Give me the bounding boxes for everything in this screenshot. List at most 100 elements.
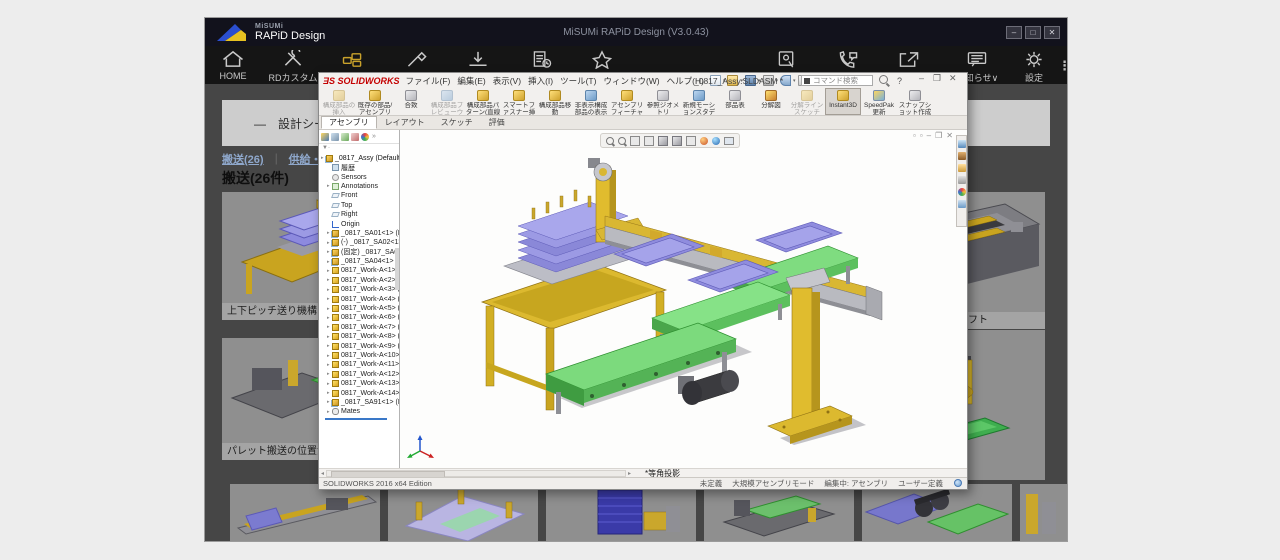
feature-tree-item[interactable]: _0817_SA01<1> (Default<D: [319, 229, 399, 238]
tab-layout[interactable]: レイアウト: [377, 116, 433, 129]
ribbon-button[interactable]: スナップショット作成: [897, 88, 933, 115]
panel-tabs-more-icon[interactable]: »: [372, 133, 376, 140]
command-search-input[interactable]: コマンド検索: [801, 75, 873, 86]
propertymanager-tab-icon[interactable]: [331, 133, 339, 141]
ribbon-button[interactable]: 参照ジオメトリ: [645, 88, 681, 115]
thumbnail-card[interactable]: [704, 484, 854, 541]
doc-new-window-icon[interactable]: ▫: [913, 131, 916, 140]
feature-tree-item[interactable]: (-) _0817_SA02<1> (Default: [319, 238, 399, 247]
doc-minimize-icon[interactable]: –: [927, 131, 931, 140]
tree-scrollbar[interactable]: [395, 248, 399, 290]
tab-evaluate[interactable]: 評価: [481, 116, 513, 129]
feature-tree-item[interactable]: 0817_Work-A<2> (Default<: [319, 276, 399, 285]
menu-item[interactable]: 編集(E): [457, 75, 485, 87]
feature-tree-item[interactable]: Annotations: [319, 182, 399, 191]
ribbon-button[interactable]: 部品表: [717, 88, 753, 115]
ribbon-button[interactable]: 構成部品パターン(直線パターン): [465, 88, 501, 115]
nav-more-icon[interactable]: ⋮: [1058, 58, 1071, 74]
feature-tree-item[interactable]: 0817_Work-A<5> (Default<: [319, 304, 399, 313]
feature-tree-root[interactable]: _0817_Assy (Default<Default_D: [319, 153, 399, 163]
display-style-icon[interactable]: [672, 136, 682, 146]
feature-tree-item[interactable]: 履歴: [319, 163, 399, 172]
feature-tree-item[interactable]: _0817_SA04<1> (Default<D: [319, 257, 399, 266]
feature-tree-item[interactable]: 0817_Work-A<8> (Default<: [319, 332, 399, 341]
ribbon-button[interactable]: 分解図: [753, 88, 789, 115]
dimxpertmanager-tab-icon[interactable]: [351, 133, 359, 141]
view-orientation-icon[interactable]: [658, 136, 668, 146]
feature-tree-item[interactable]: 0817_Work-A<9> (Default<: [319, 341, 399, 350]
ribbon-button[interactable]: SpeedPak更新: [861, 88, 897, 115]
feature-tree-item[interactable]: 0817_Work-A<12> (Default: [319, 370, 399, 379]
appearances-icon[interactable]: [958, 188, 966, 196]
feature-tree-item[interactable]: Mates: [319, 407, 399, 416]
feature-tree-item[interactable]: Right: [319, 210, 399, 219]
ribbon-button[interactable]: スマートファスナー挿入: [501, 88, 537, 115]
doc-cascade-icon[interactable]: ▫: [920, 131, 923, 140]
previous-view-icon[interactable]: [630, 136, 640, 146]
feature-tree-item[interactable]: 0817_Work-A<14> (Default: [319, 388, 399, 397]
menu-item[interactable]: 挿入(I): [528, 75, 553, 87]
close-button[interactable]: ✕: [1044, 26, 1060, 39]
doc-close-icon[interactable]: ✕: [946, 131, 953, 140]
thumbnail-card[interactable]: [388, 484, 538, 541]
ribbon-button[interactable]: 合致: [393, 88, 429, 115]
design-library-icon[interactable]: [958, 152, 966, 160]
ribbon-button[interactable]: 非表示構成部品の表示: [573, 88, 609, 115]
thumbnail-card[interactable]: [230, 484, 380, 541]
feature-tree-item[interactable]: Top: [319, 201, 399, 210]
tab-assembly[interactable]: アセンブリ: [321, 116, 377, 129]
ribbon-button[interactable]: アセンブリフィーチャー: [609, 88, 645, 115]
view-palette-icon[interactable]: [958, 176, 966, 184]
thumbnail-card[interactable]: [546, 484, 696, 541]
ribbon-button[interactable]: 構成部品移動: [537, 88, 573, 115]
apply-scene-icon[interactable]: [712, 137, 720, 145]
hide-show-items-icon[interactable]: [686, 136, 696, 146]
feature-tree-item[interactable]: _0817_SA91<1> (Default): [319, 398, 399, 407]
ribbon-button[interactable]: 構成部品プレビューウィンドウ: [429, 88, 465, 115]
feature-tree-item[interactable]: (固定) _0817_SA03<1> (Def: [319, 248, 399, 257]
tab-sketch[interactable]: スケッチ: [433, 116, 481, 129]
globe-icon[interactable]: [954, 479, 962, 487]
ribbon-button[interactable]: 構成部品の挿入: [321, 88, 357, 115]
menu-item[interactable]: ファイル(F): [406, 75, 451, 87]
ribbon-button[interactable]: 新規モーションスタディ: [681, 88, 717, 115]
menu-item[interactable]: ウィンドウ(W): [603, 75, 659, 87]
feature-tree-item[interactable]: 0817_Work-A<6> (Default<: [319, 313, 399, 322]
graphics-viewport[interactable]: ▫ ▫ – ❐ ✕: [400, 130, 967, 469]
feature-tree-item[interactable]: Origin: [319, 219, 399, 228]
sw-restore-button[interactable]: ❐: [933, 73, 941, 84]
search-magnifier-icon[interactable]: [879, 75, 888, 84]
help-button[interactable]: ?: [897, 76, 902, 86]
configurationmanager-tab-icon[interactable]: [341, 133, 349, 141]
rollback-bar[interactable]: [325, 418, 387, 420]
feature-tree-item[interactable]: Sensors: [319, 172, 399, 181]
sw-minimize-button[interactable]: –: [919, 73, 924, 83]
featuremanager-tab-icon[interactable]: [321, 133, 329, 141]
resources-icon[interactable]: [958, 140, 966, 148]
horizontal-scrollbar[interactable]: [326, 470, 626, 477]
zoom-to-fit-icon[interactable]: [606, 137, 614, 145]
section-view-icon[interactable]: [644, 136, 654, 146]
ribbon-button[interactable]: 分解ラインスケッチ: [789, 88, 825, 115]
feature-tree-item[interactable]: 0817_Work-A<1> (Default<: [319, 266, 399, 275]
thumbnail-card[interactable]: [862, 484, 1012, 541]
zoom-to-area-icon[interactable]: [618, 137, 626, 145]
feature-tree-item[interactable]: 0817_Work-A<3> (Default<: [319, 285, 399, 294]
feature-tree-item[interactable]: Front: [319, 191, 399, 200]
menu-item[interactable]: 表示(V): [493, 75, 521, 87]
thumbnail-card[interactable]: [1020, 484, 1067, 541]
edit-appearance-icon[interactable]: [700, 137, 708, 145]
feature-tree-item[interactable]: 0817_Work-A<7> (Default<: [319, 323, 399, 332]
minimize-button[interactable]: –: [1006, 26, 1022, 39]
custom-properties-icon[interactable]: [958, 200, 966, 208]
ribbon-button[interactable]: Instant3D: [825, 88, 861, 115]
feature-tree-item[interactable]: 0817_Work-A<13> (Default: [319, 379, 399, 388]
tree-filter[interactable]: ▼·: [319, 144, 399, 153]
ribbon-button[interactable]: 既存の部品/アセンブリ: [357, 88, 393, 115]
link-transport[interactable]: 搬送(26): [222, 151, 264, 167]
feature-tree-item[interactable]: 0817_Work-A<4> (Default<: [319, 294, 399, 303]
scroll-left-icon[interactable]: ◂: [321, 470, 324, 477]
view-settings-icon[interactable]: [724, 137, 734, 145]
maximize-button[interactable]: □: [1025, 26, 1041, 39]
menu-item[interactable]: ツール(T): [560, 75, 596, 87]
